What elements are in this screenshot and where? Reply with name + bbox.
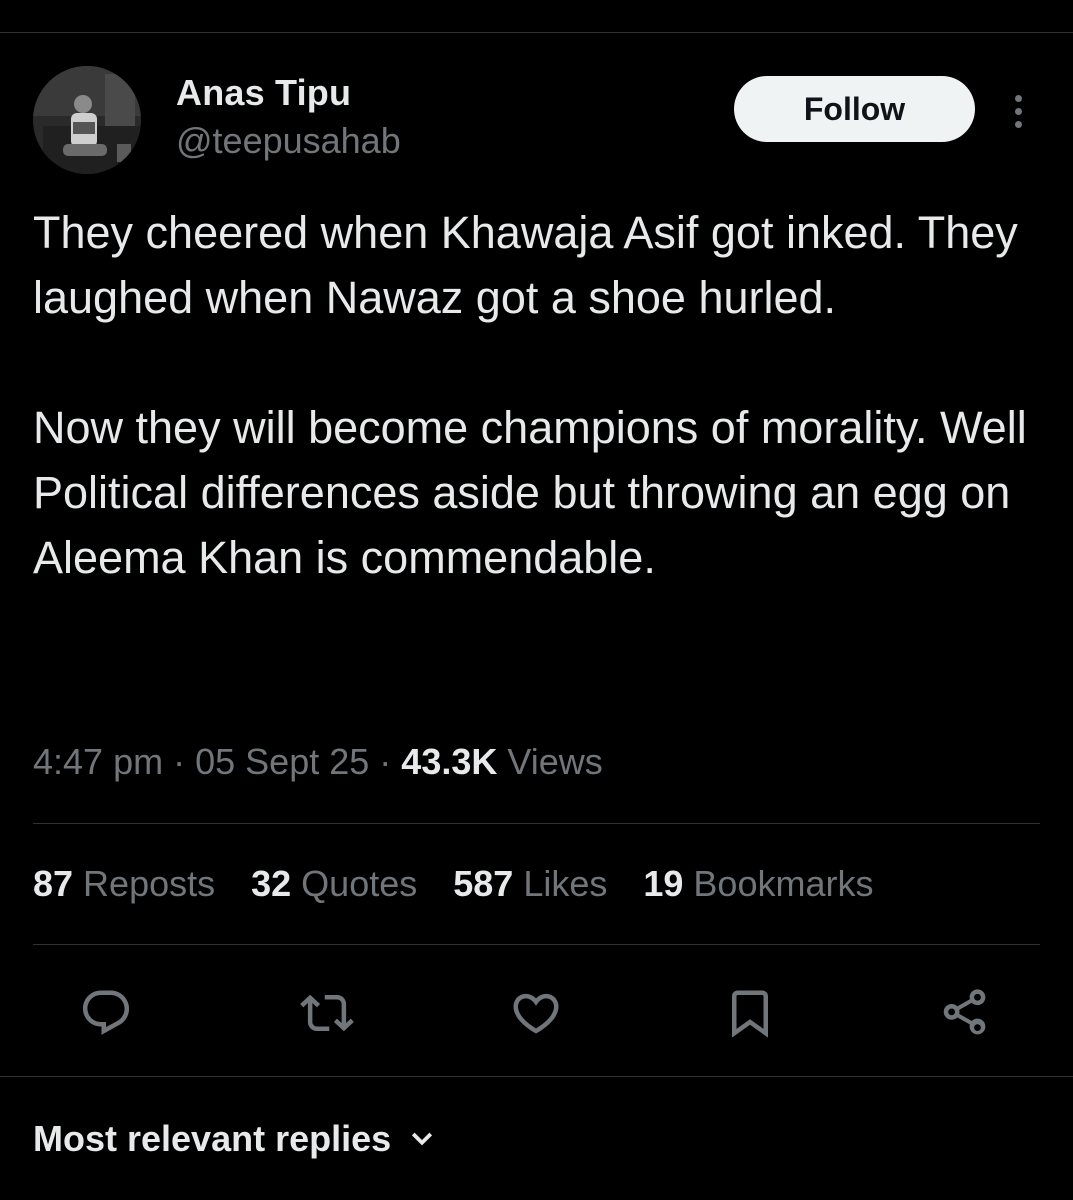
follow-button[interactable]: Follow: [734, 76, 975, 142]
stat-reposts[interactable]: 87 Reposts: [33, 863, 215, 905]
tweet-time[interactable]: 4:47 pm: [33, 741, 163, 782]
tweet-paragraph: They cheered when Khawaja Asif got inked…: [33, 207, 1018, 323]
action-bar: [33, 980, 1040, 1046]
bookmark-icon: [732, 990, 768, 1038]
stat-label: Likes: [523, 863, 608, 904]
meta-separator: ·: [379, 741, 392, 782]
stat-likes[interactable]: 587 Likes: [453, 863, 607, 905]
divider: [33, 944, 1040, 945]
stat-label: Quotes: [301, 863, 418, 904]
reply-button[interactable]: [73, 980, 139, 1046]
stat-label: Bookmarks: [693, 863, 874, 904]
share-button[interactable]: [931, 980, 997, 1046]
stat-number: 587: [453, 863, 514, 904]
top-divider: [0, 32, 1073, 33]
replies-sort-label: Most relevant replies: [33, 1118, 392, 1159]
repost-icon: [300, 994, 354, 1032]
more-dot-icon: [1014, 107, 1022, 115]
tweet-meta: 4:47 pm · 05 Sept 25 · 43.3K Views: [33, 741, 603, 783]
avatar-photo: [33, 66, 141, 174]
stat-number: 87: [33, 863, 74, 904]
views-label: Views: [507, 741, 603, 782]
like-icon: [513, 993, 559, 1034]
reply-icon: [82, 990, 130, 1035]
bookmark-button[interactable]: [717, 980, 783, 1046]
chevron-down-icon: [412, 1132, 433, 1146]
user-handle[interactable]: @teepusahab: [176, 120, 401, 162]
like-button[interactable]: [503, 980, 569, 1046]
meta-separator: ·: [173, 741, 186, 782]
divider: [33, 823, 1040, 824]
avatar[interactable]: [33, 66, 141, 174]
replies-sort-dropdown[interactable]: Most relevant replies: [33, 1118, 437, 1160]
share-icon: [943, 989, 986, 1035]
tweet-date[interactable]: 05 Sept 25: [195, 741, 369, 782]
more-dot-icon: [1014, 120, 1022, 128]
divider: [0, 1076, 1073, 1077]
stat-number: 32: [251, 863, 292, 904]
stat-quotes[interactable]: 32 Quotes: [251, 863, 417, 905]
tweet-text: They cheered when Khawaja Asif got inked…: [33, 200, 1038, 590]
engagement-stats: 87 Reposts 32 Quotes 587 Likes 19 Bookmarks: [33, 863, 909, 905]
repost-button[interactable]: [294, 980, 360, 1046]
more-options-button[interactable]: [1003, 86, 1033, 136]
views-count[interactable]: 43.3K: [401, 741, 497, 782]
tweet-paragraph: Now they will become champions of morali…: [33, 402, 1027, 583]
more-dot-icon: [1014, 94, 1022, 102]
stat-number: 19: [643, 863, 684, 904]
tweet-header: Anas Tipu @teepusahab Follow: [33, 66, 1040, 176]
stat-label: Reposts: [83, 863, 216, 904]
display-name[interactable]: Anas Tipu: [176, 72, 351, 114]
stat-bookmarks[interactable]: 19 Bookmarks: [643, 863, 873, 905]
